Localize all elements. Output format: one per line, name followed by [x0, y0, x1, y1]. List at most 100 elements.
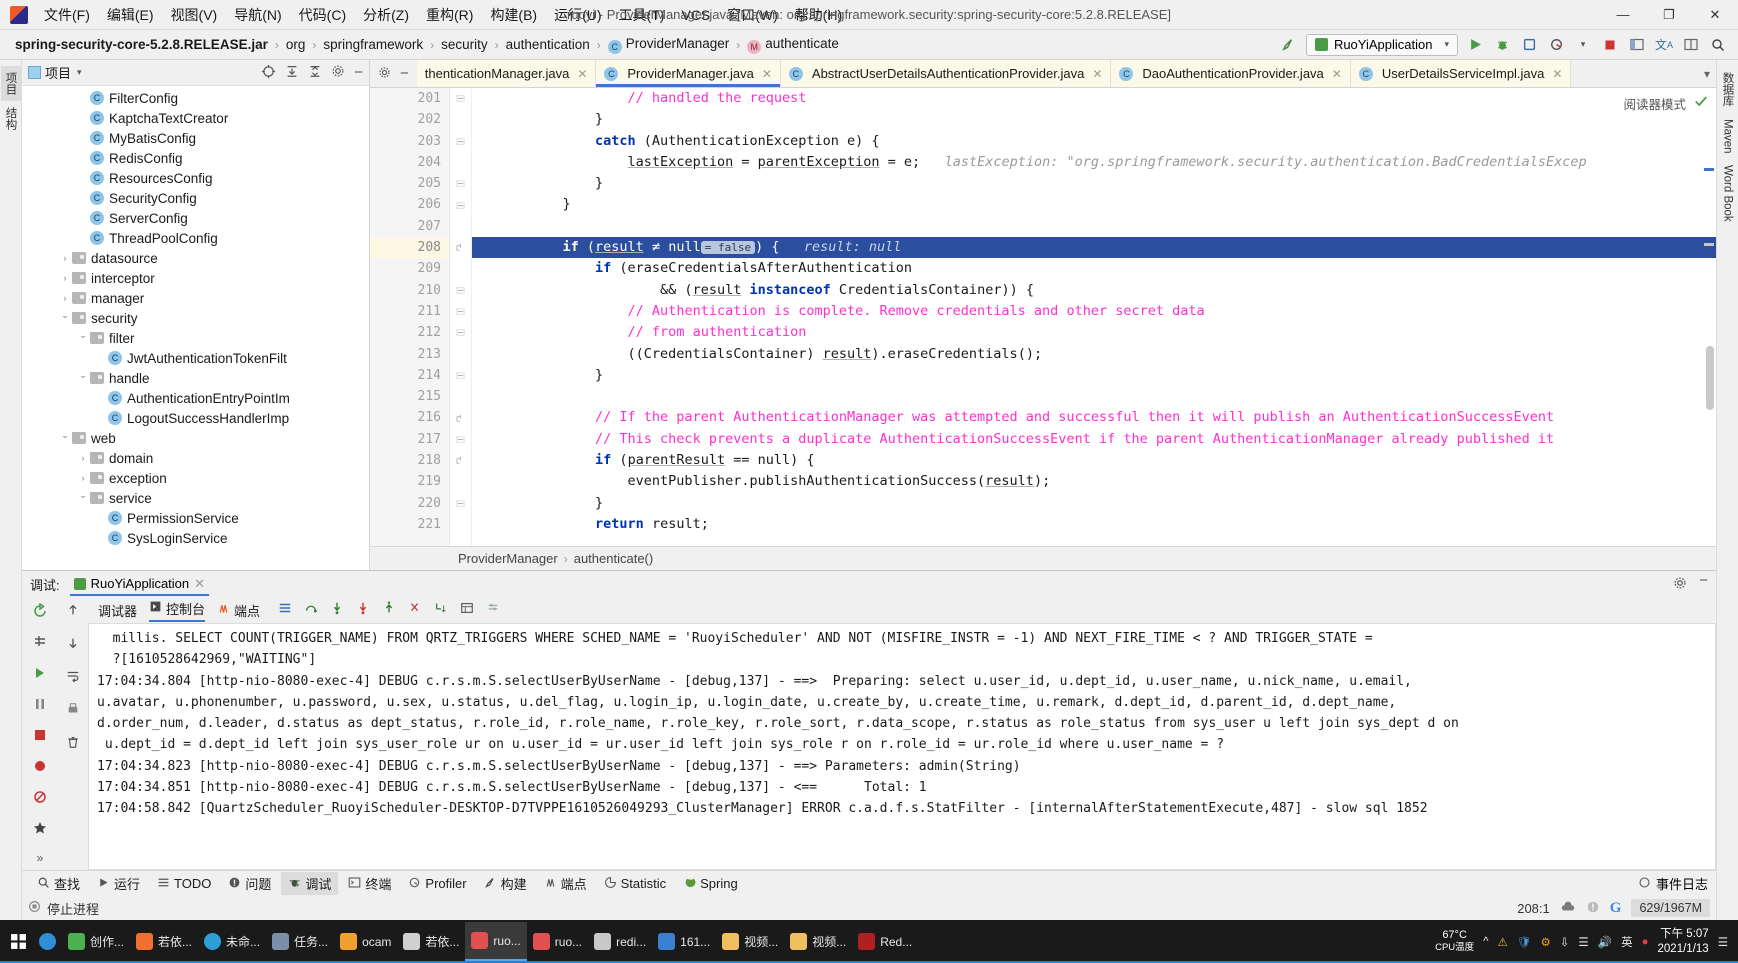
- tool-window-查找[interactable]: 查找: [30, 872, 87, 895]
- hide-icon[interactable]: −: [1699, 573, 1708, 593]
- menu-item-0[interactable]: 文件(F): [36, 2, 98, 28]
- tree-node-security[interactable]: security: [22, 308, 369, 328]
- breadcrumb-item-4[interactable]: authentication: [503, 36, 593, 53]
- close-icon[interactable]: ✕: [194, 576, 205, 592]
- line-number[interactable]: 202: [370, 109, 449, 130]
- right-rail-item-Maven[interactable]: Maven: [1720, 113, 1736, 160]
- project-tree[interactable]: C FilterConfig C KaptchaTextCreator C MyBatis…: [22, 86, 369, 570]
- network-icon[interactable]: ☰: [1578, 935, 1588, 949]
- notification-center-icon[interactable]: ☰: [1718, 935, 1728, 949]
- tree-node-PermissionService[interactable]: C PermissionService: [22, 508, 369, 528]
- step-out-icon[interactable]: [382, 601, 396, 620]
- code-line[interactable]: }: [472, 365, 1716, 386]
- tool-window-端点[interactable]: 端点: [537, 872, 594, 895]
- tree-node-handle[interactable]: handle: [22, 368, 369, 388]
- translate-icon[interactable]: 文A: [1654, 35, 1674, 55]
- taskbar-item-8[interactable]: ruo...: [465, 922, 527, 961]
- ime-indicator[interactable]: 英: [1621, 934, 1633, 950]
- gear-icon[interactable]: [1673, 576, 1687, 593]
- chevron-down-icon[interactable]: [58, 433, 72, 444]
- google-icon[interactable]: G: [1610, 900, 1622, 917]
- editor-tab-1[interactable]: C ProviderManager.java ✕: [596, 60, 781, 87]
- code-line[interactable]: // handled the request: [472, 88, 1716, 109]
- close-icon[interactable]: ✕: [1332, 67, 1342, 81]
- close-icon[interactable]: ✕: [1552, 67, 1562, 81]
- run-button[interactable]: [1465, 35, 1485, 55]
- fold-marker[interactable]: [450, 88, 471, 109]
- stop-icon[interactable]: [32, 727, 48, 748]
- tree-node-domain[interactable]: domain: [22, 448, 369, 468]
- chevron-down-icon[interactable]: [76, 493, 90, 504]
- cloud-icon[interactable]: [1560, 900, 1576, 917]
- fold-marker[interactable]: [450, 301, 471, 322]
- view-breakpoints-icon[interactable]: [32, 758, 48, 779]
- code-line[interactable]: [472, 216, 1716, 237]
- editor-scrollbar-thumb[interactable]: [1706, 346, 1714, 410]
- caret-position[interactable]: 208:1: [1517, 901, 1550, 916]
- menu-item-12[interactable]: 帮助(H): [787, 2, 850, 28]
- menu-icon[interactable]: [278, 601, 292, 620]
- tool-window-运行[interactable]: 运行: [90, 872, 147, 895]
- tree-node-MyBatisConfig[interactable]: C MyBatisConfig: [22, 128, 369, 148]
- left-rail-item-结构[interactable]: 结构: [1, 101, 21, 136]
- minimize-button[interactable]: —: [1600, 0, 1646, 30]
- chevron-right-icon[interactable]: [58, 293, 72, 303]
- line-number[interactable]: 216: [370, 407, 449, 428]
- editor-tab-4[interactable]: C UserDetailsServiceImpl.java ✕: [1350, 60, 1572, 87]
- fold-marker[interactable]: [450, 237, 471, 258]
- taskbar-item-3[interactable]: 若依...: [130, 922, 198, 961]
- event-log-button[interactable]: 事件日志: [1638, 874, 1708, 893]
- fold-marker[interactable]: [450, 322, 471, 343]
- chevron-down-icon[interactable]: ▾: [77, 67, 82, 78]
- code-line[interactable]: if (result ≠ null = false) { result: null: [472, 237, 1716, 259]
- line-number[interactable]: 218: [370, 450, 449, 471]
- status-breadcrumb-item[interactable]: authenticate(): [574, 551, 654, 566]
- tool-window-Spring[interactable]: Spring: [676, 874, 745, 894]
- line-number[interactable]: 208: [370, 237, 449, 259]
- line-number[interactable]: 207: [370, 216, 449, 237]
- fold-marker[interactable]: [450, 194, 471, 215]
- close-icon[interactable]: ✕: [577, 67, 587, 81]
- menu-item-7[interactable]: 构建(B): [482, 2, 545, 28]
- breadcrumb-item-5[interactable]: C ProviderManager: [605, 35, 733, 55]
- line-number[interactable]: 221: [370, 514, 449, 535]
- chevron-right-icon[interactable]: [58, 273, 72, 283]
- settings-icon[interactable]: [32, 634, 48, 655]
- menu-item-3[interactable]: 导航(N): [226, 2, 289, 28]
- code-line[interactable]: }: [472, 194, 1716, 215]
- tree-node-FilterConfig[interactable]: C FilterConfig: [22, 88, 369, 108]
- debug-session-tab[interactable]: RuoYiApplication ✕: [69, 573, 210, 596]
- code-line[interactable]: // from authentication: [472, 322, 1716, 343]
- run-configuration-selector[interactable]: RuoYiApplication ▾: [1305, 33, 1458, 56]
- fold-marker[interactable]: [450, 173, 471, 194]
- chevron-right-icon[interactable]: [76, 473, 90, 483]
- code-line[interactable]: if (eraseCredentialsAfterAuthentication: [472, 258, 1716, 279]
- tree-node-service[interactable]: service: [22, 488, 369, 508]
- left-rail-item-项目[interactable]: 项目: [0, 66, 21, 101]
- tree-node-exception[interactable]: exception: [22, 468, 369, 488]
- debug-tab-控制台[interactable]: 控制台: [149, 599, 206, 622]
- code-line[interactable]: }: [472, 493, 1716, 514]
- chevron-down-icon[interactable]: ▾: [1573, 35, 1593, 55]
- line-number[interactable]: 203: [370, 131, 449, 152]
- taskbar-item-14[interactable]: Red...: [852, 922, 918, 961]
- evaluate-icon[interactable]: [460, 601, 474, 620]
- line-number[interactable]: 204: [370, 152, 449, 173]
- debug-button[interactable]: [1492, 35, 1512, 55]
- menu-item-9[interactable]: 工具(T): [611, 2, 673, 28]
- console-output[interactable]: millis. SELECT COUNT(TRIGGER_NAME) FROM …: [88, 623, 1716, 870]
- breadcrumb-item-1[interactable]: org: [283, 36, 309, 53]
- debug-tab-调试器[interactable]: 调试器: [98, 601, 137, 620]
- layout-icon[interactable]: [1627, 35, 1647, 55]
- tree-node-manager[interactable]: manager: [22, 288, 369, 308]
- resume-icon[interactable]: [32, 665, 48, 686]
- code-line[interactable]: [472, 386, 1716, 407]
- code-area[interactable]: // handled the request } catch (Authenti…: [472, 88, 1716, 546]
- code-line[interactable]: }: [472, 109, 1716, 130]
- fold-marker[interactable]: [450, 131, 471, 152]
- tool-window-TODO[interactable]: TODO: [150, 874, 218, 894]
- build-icon[interactable]: [1279, 35, 1299, 55]
- code-line[interactable]: if (parentResult == null) {: [472, 450, 1716, 471]
- sogou-icon[interactable]: ●: [1642, 936, 1649, 948]
- gear-icon[interactable]: [378, 66, 391, 82]
